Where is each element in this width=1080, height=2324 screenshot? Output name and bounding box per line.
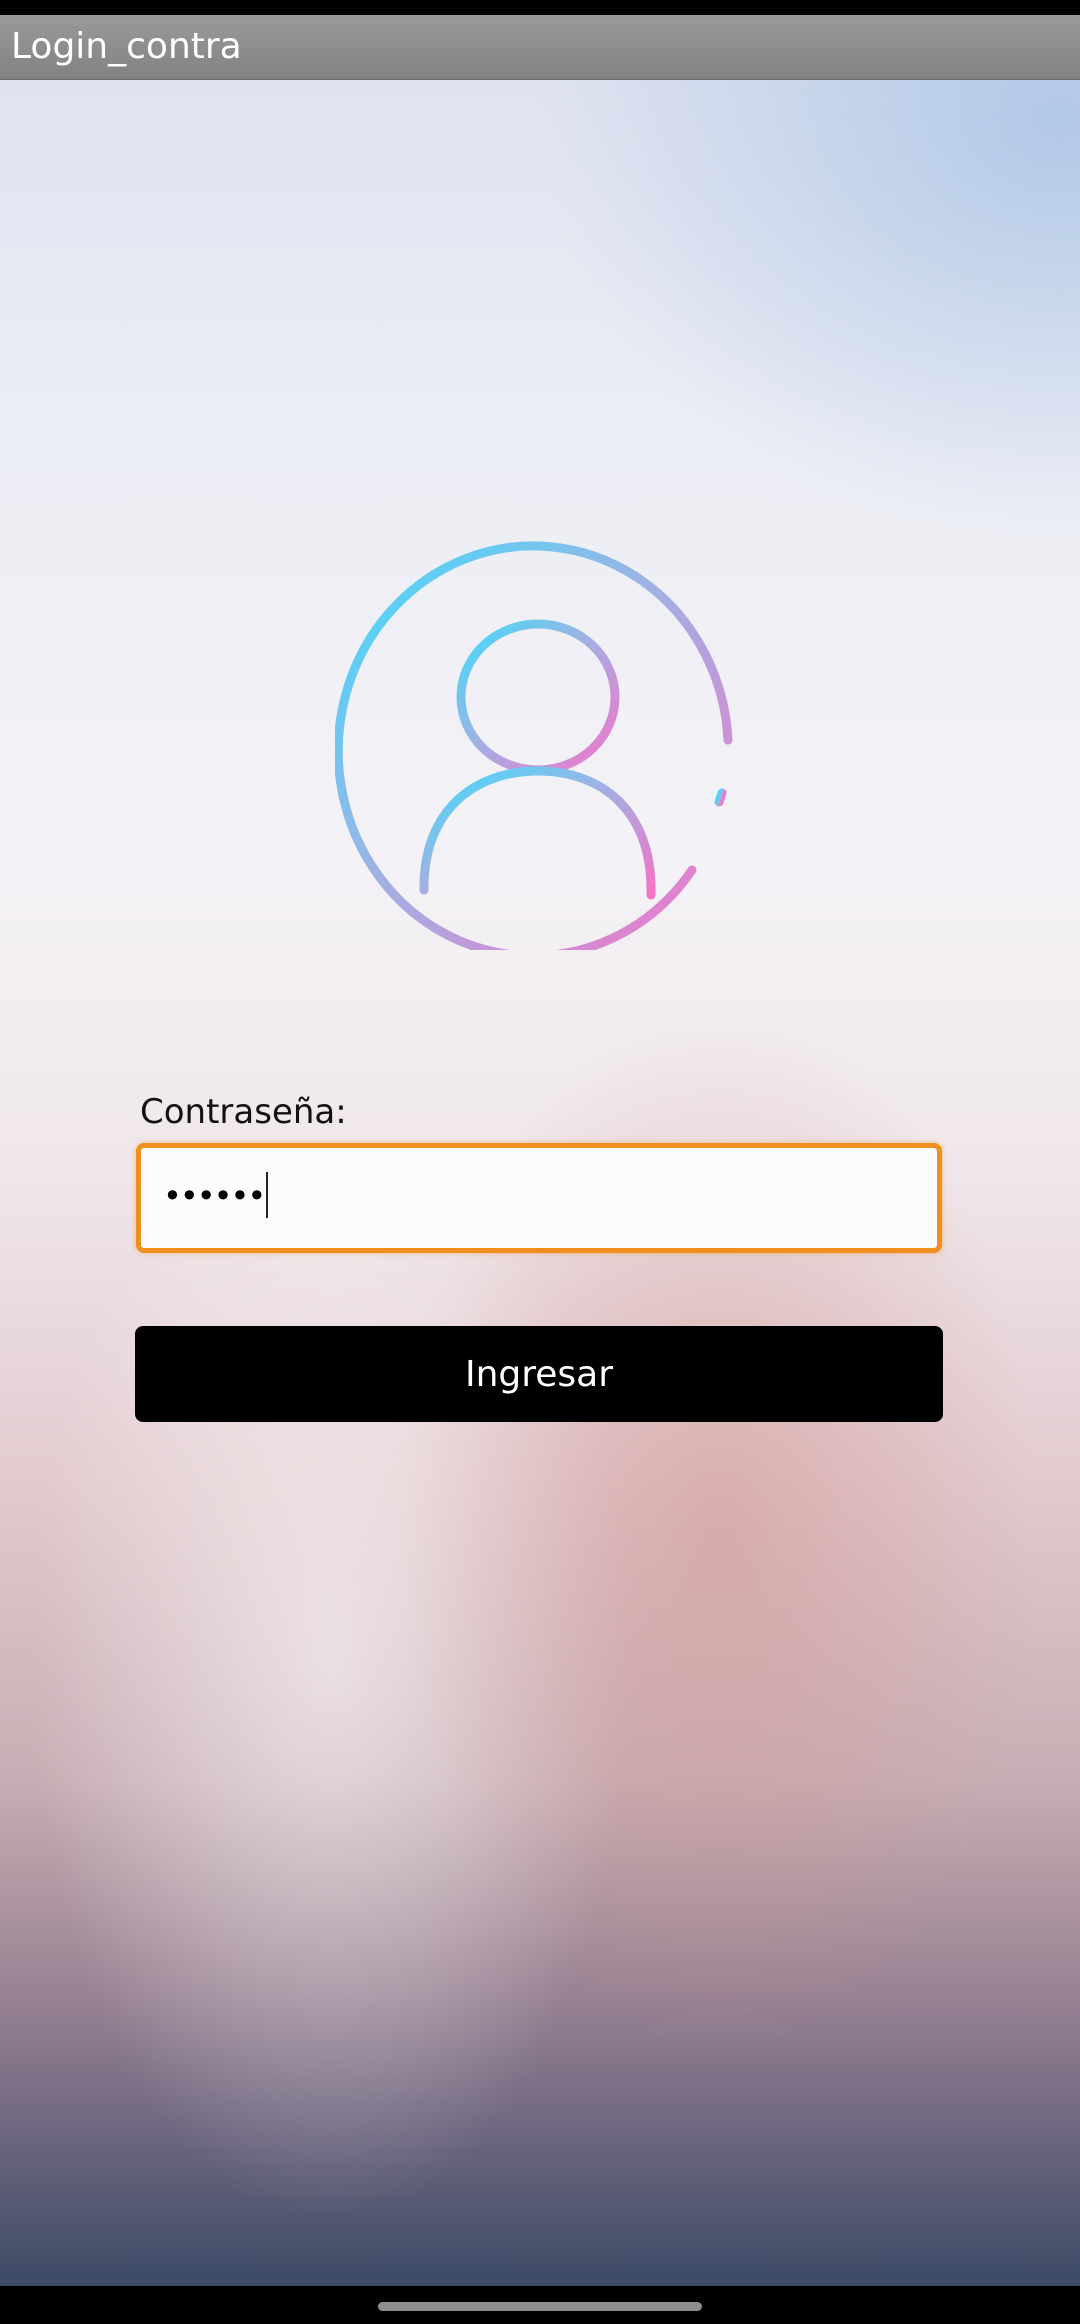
login-content: Contraseña: •••••• Ingresar bbox=[0, 80, 1080, 2286]
status-bar bbox=[0, 0, 1080, 15]
login-button[interactable]: Ingresar bbox=[135, 1326, 943, 1422]
password-field[interactable]: •••••• bbox=[136, 1143, 942, 1253]
app-screen: Login_contra Contraseña: •••••• Ingresar bbox=[0, 0, 1080, 2324]
password-label: Contraseña: bbox=[140, 1092, 347, 1132]
login-button-label: Ingresar bbox=[464, 1353, 614, 1395]
home-gesture-handle[interactable] bbox=[378, 2302, 702, 2311]
navigation-bar bbox=[0, 2286, 1080, 2324]
user-circle-icon bbox=[335, 541, 733, 950]
title-bar: Login_contra bbox=[0, 15, 1080, 80]
text-cursor bbox=[266, 1172, 269, 1218]
app-title: Login_contra bbox=[11, 26, 242, 67]
password-value: •••••• bbox=[163, 1172, 269, 1218]
